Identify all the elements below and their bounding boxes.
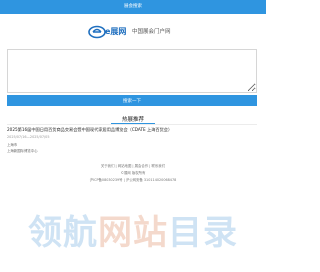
hot-item-dates: 2025/07/16—2025/07/05 xyxy=(7,135,50,139)
hot-section-underline xyxy=(111,123,155,124)
top-bar: 展会搜索 xyxy=(0,0,266,14)
hot-item-city: 上海市 xyxy=(7,143,18,147)
footer-link-about[interactable]: 关于我们 xyxy=(101,164,115,168)
watermark-part-b: 网站 xyxy=(98,213,168,253)
logo-mark-text: e展网 xyxy=(105,27,126,36)
watermark: 领航网站目录 xyxy=(0,203,266,263)
footer-links: 关于我们 | 网站地图 | 展会合作 | 联系我们 xyxy=(0,163,266,168)
hot-item-venue: 上海新国际博览中心 xyxy=(7,149,38,153)
footer-link-contact[interactable]: 联系我们 xyxy=(152,164,166,168)
watermark-part-a: 领航 xyxy=(28,213,98,253)
search-button[interactable]: 搜索一下 xyxy=(7,95,257,106)
footer-separator: | xyxy=(149,164,151,168)
logo-tagline: 中国展会门户网 xyxy=(132,29,171,35)
search-input[interactable] xyxy=(7,49,257,93)
footer-separator: | xyxy=(115,164,117,168)
top-bar-title: 展会搜索 xyxy=(124,4,142,9)
hot-item-title[interactable]: 2025第16届中国日用百货商品交易会暨中国现代家居用品博览会（CDATE 上海… xyxy=(7,127,259,133)
footer-separator: | xyxy=(132,164,134,168)
site-logo[interactable]: e展网 中国展会门户网 xyxy=(88,22,178,40)
footer-link-sitemap[interactable]: 网站地图 xyxy=(118,164,132,168)
footer-copyright: ©展网 版权所有 xyxy=(120,171,146,175)
watermark-part-c: 目录 xyxy=(168,213,238,253)
footer-link-cooperation[interactable]: 展会合作 xyxy=(135,164,149,168)
hot-section-title: 热展推荐 xyxy=(121,117,144,123)
footer-icp[interactable]: 沪ICP备08030239号 | 沪公网安备 310114020068478 xyxy=(0,177,266,182)
logo-mark: e展网 xyxy=(88,25,126,39)
